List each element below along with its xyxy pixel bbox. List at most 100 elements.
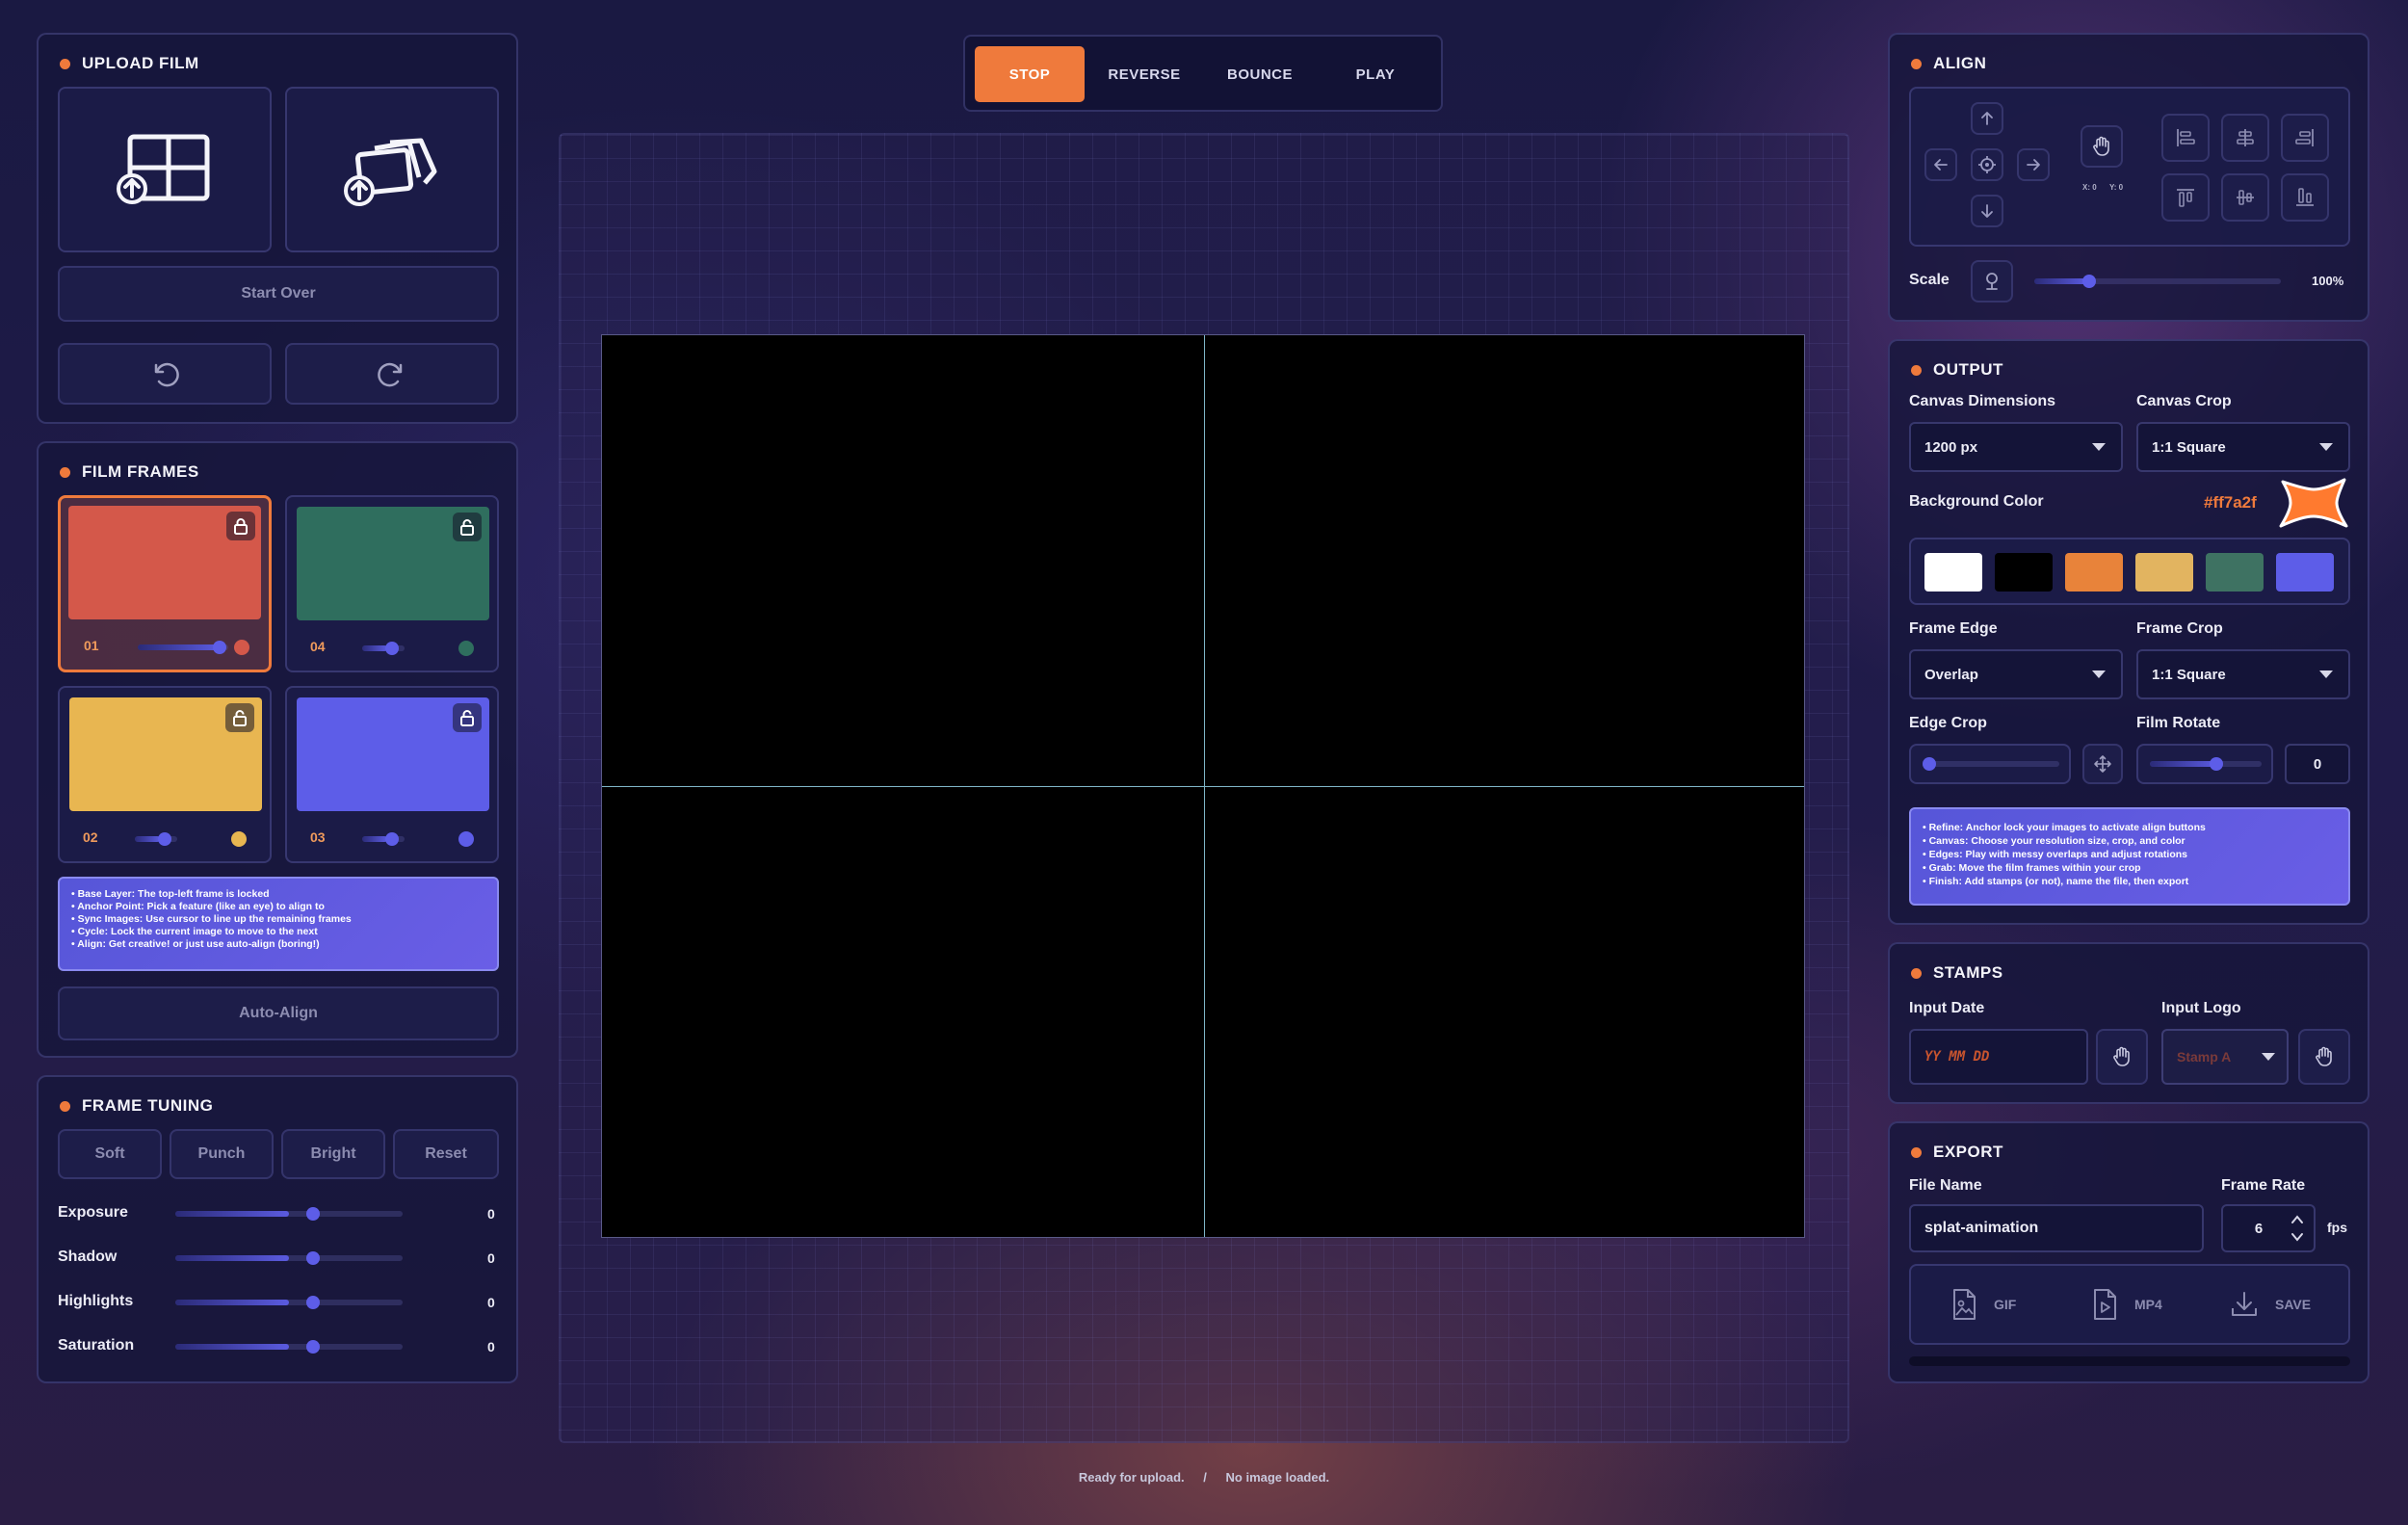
swatch-yellow[interactable]: [2135, 553, 2193, 592]
nudge-left-button[interactable]: [1924, 148, 1957, 181]
logo-grab-button[interactable]: [2298, 1029, 2350, 1085]
scale-anchor-button[interactable]: [1971, 260, 2013, 302]
exposure-slider[interactable]: [175, 1207, 403, 1221]
align-right-button[interactable]: [2281, 114, 2329, 162]
edge-crop-move-button[interactable]: [2082, 744, 2123, 784]
frame-opacity-slider[interactable]: [362, 642, 405, 655]
film-rotate-slider[interactable]: [2150, 757, 2262, 771]
background-color-value: #ff7a2f: [2204, 493, 2257, 512]
hand-icon: [2113, 1046, 2130, 1066]
frame-rate-unit: fps: [2327, 1220, 2347, 1235]
frame-card-04[interactable]: 04: [285, 495, 499, 672]
edge-crop-label: Edge Crop: [1909, 715, 1987, 731]
preview-canvas[interactable]: [601, 334, 1805, 1238]
status-dot: [1911, 1146, 1922, 1158]
shadow-label: Shadow: [58, 1249, 118, 1265]
chevron-down-icon: [2319, 670, 2333, 678]
stepper-arrows-icon[interactable]: [2290, 1212, 2304, 1245]
frame-rate-stepper[interactable]: 6: [2221, 1204, 2316, 1252]
tab-play[interactable]: PLAY: [1320, 46, 1431, 102]
nudge-down-button[interactable]: [1971, 195, 2003, 227]
unlock-icon[interactable]: [453, 703, 482, 732]
film-rotate-label: Film Rotate: [2136, 715, 2221, 731]
nudge-up-button[interactable]: [1971, 102, 2003, 135]
swatch-row: [1909, 538, 2350, 605]
tab-bounce[interactable]: BOUNCE: [1204, 46, 1316, 102]
upload-film-panel: UPLOAD FILM Start Over: [37, 33, 518, 424]
upload-stack-button[interactable]: [285, 87, 499, 252]
shadow-slider[interactable]: [175, 1251, 403, 1265]
file-name-input[interactable]: splat-animation: [1909, 1204, 2204, 1252]
canvas-dimensions-label: Canvas Dimensions: [1909, 393, 2056, 409]
preset-soft-button[interactable]: Soft: [58, 1129, 162, 1179]
unlock-icon[interactable]: [225, 703, 254, 732]
unlock-icon[interactable]: [453, 513, 482, 541]
upload-grid-button[interactable]: [58, 87, 272, 252]
video-file-icon: [2094, 1289, 2116, 1320]
saturation-label: Saturation: [58, 1337, 135, 1354]
grab-button[interactable]: [2081, 125, 2123, 168]
swatch-green[interactable]: [2206, 553, 2264, 592]
swatch-black[interactable]: [1995, 553, 2053, 592]
export-gif-button[interactable]: GIF: [1950, 1285, 2016, 1324]
background-color-picker[interactable]: [2277, 476, 2350, 530]
frame-color-dot: [231, 831, 247, 847]
frame-card-03[interactable]: 03: [285, 686, 499, 863]
swatch-blue[interactable]: [2276, 553, 2334, 592]
logo-select[interactable]: Stamp A: [2161, 1029, 2289, 1085]
exposure-value: 0: [487, 1206, 495, 1222]
swatch-orange[interactable]: [2065, 553, 2123, 592]
center-button[interactable]: [1971, 148, 2003, 181]
scale-value: 100%: [2312, 274, 2344, 288]
scale-slider[interactable]: [2034, 275, 2281, 288]
align-middle-v-button[interactable]: [2221, 173, 2269, 222]
input-logo-label: Input Logo: [2161, 1000, 2241, 1016]
background-color-label: Background Color: [1909, 493, 2044, 510]
film-rotate-input[interactable]: 0: [2285, 744, 2350, 784]
export-mp4-button[interactable]: MP4: [2090, 1285, 2162, 1324]
frame-opacity-slider[interactable]: [135, 832, 177, 846]
align-left-button[interactable]: [2161, 114, 2210, 162]
lock-icon[interactable]: [226, 512, 255, 540]
highlights-label: Highlights: [58, 1293, 134, 1309]
frame-edge-select[interactable]: Overlap: [1909, 649, 2123, 699]
edge-crop-slider[interactable]: [1923, 757, 2059, 771]
frame-crop-select[interactable]: 1:1 Square: [2136, 649, 2350, 699]
preset-punch-button[interactable]: Punch: [170, 1129, 274, 1179]
tab-stop[interactable]: STOP: [975, 46, 1085, 102]
preset-reset-button[interactable]: Reset: [393, 1129, 499, 1179]
gif-label: GIF: [1994, 1297, 2017, 1312]
canvas-dimensions-select[interactable]: 1200 px: [1909, 422, 2123, 472]
align-bottom-button[interactable]: [2281, 173, 2329, 222]
highlights-slider[interactable]: [175, 1296, 403, 1309]
saturation-value: 0: [487, 1339, 495, 1354]
canvas-crop-select[interactable]: 1:1 Square: [2136, 422, 2350, 472]
frame-card-01[interactable]: 01: [58, 495, 272, 672]
start-over-button[interactable]: Start Over: [58, 266, 499, 322]
swatch-white[interactable]: [1924, 553, 1982, 592]
align-center-h-button[interactable]: [2221, 114, 2269, 162]
stamps-title: STAMPS: [1911, 963, 2003, 983]
file-name-label: File Name: [1909, 1177, 1982, 1194]
grid-upload-icon: [117, 134, 210, 204]
grid-divider-horizontal: [602, 786, 1804, 787]
frame-label: 01: [84, 638, 99, 653]
redo-button[interactable]: [285, 343, 499, 405]
undo-button[interactable]: [58, 343, 272, 405]
auto-align-button[interactable]: Auto-Align: [58, 986, 499, 1040]
nudge-right-button[interactable]: [2017, 148, 2050, 181]
preset-bright-button[interactable]: Bright: [281, 1129, 385, 1179]
saturation-slider[interactable]: [175, 1340, 403, 1354]
frame-card-02[interactable]: 02: [58, 686, 272, 863]
date-input[interactable]: YY MM DD: [1909, 1029, 2088, 1085]
download-icon: [2232, 1292, 2257, 1316]
date-grab-button[interactable]: [2096, 1029, 2148, 1085]
frame-opacity-slider[interactable]: [138, 641, 228, 654]
frame-opacity-slider[interactable]: [362, 832, 405, 846]
status-dot: [1911, 364, 1922, 376]
align-top-button[interactable]: [2161, 173, 2210, 222]
scale-label: Scale: [1909, 272, 1950, 288]
frame-edge-label: Frame Edge: [1909, 620, 1998, 637]
save-button[interactable]: SAVE: [2229, 1285, 2311, 1324]
tab-reverse[interactable]: REVERSE: [1088, 46, 1200, 102]
